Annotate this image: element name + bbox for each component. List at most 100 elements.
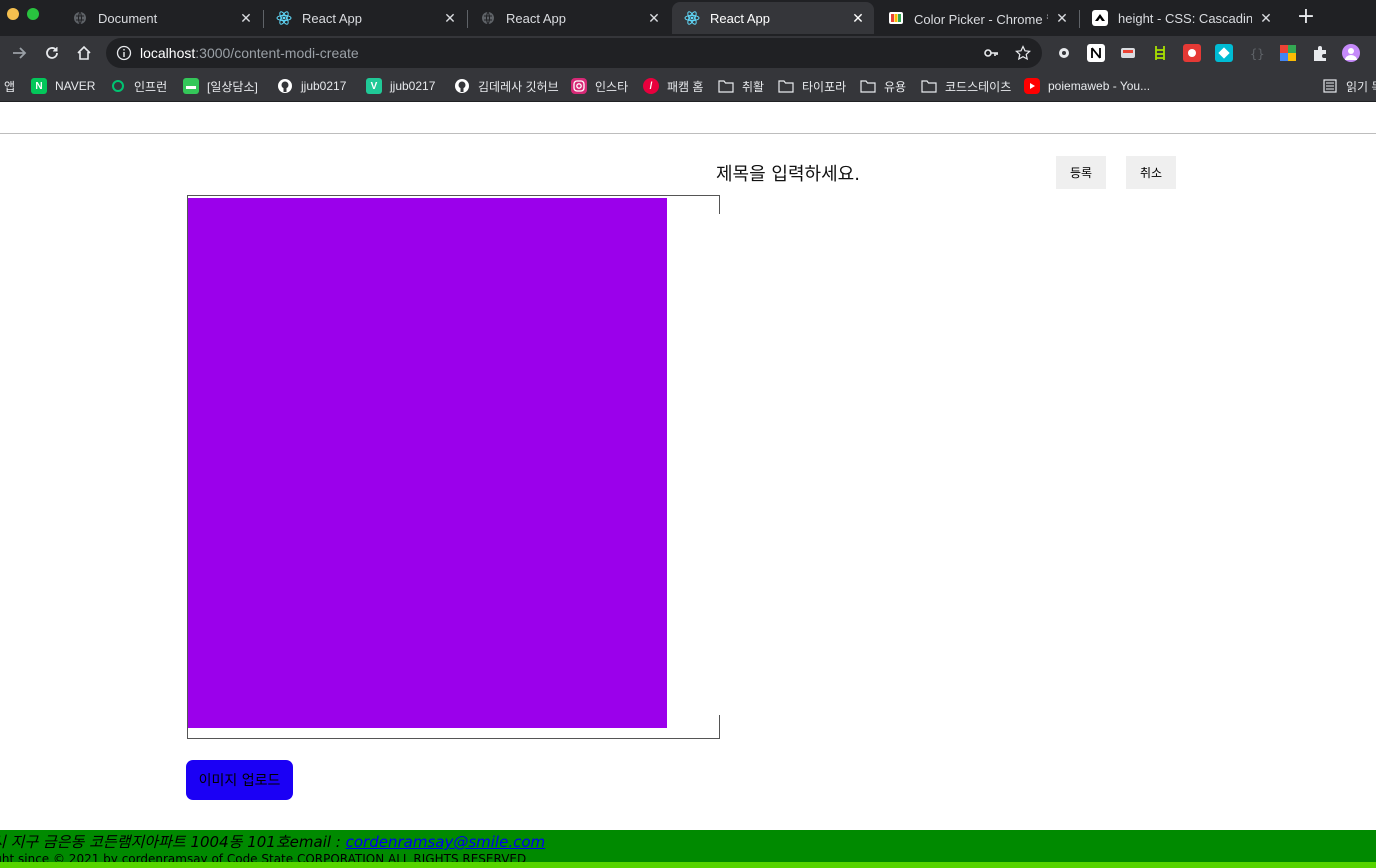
- naver-icon: N: [31, 78, 47, 94]
- color-extension-icon[interactable]: [1279, 44, 1297, 62]
- bookmark-fastcampus[interactable]: / 패캠 홈: [643, 77, 703, 95]
- fastcampus-icon: /: [643, 78, 659, 94]
- json-extension-icon[interactable]: {}: [1247, 44, 1265, 62]
- close-tab-icon[interactable]: ✕: [1054, 10, 1070, 26]
- title-input[interactable]: [716, 161, 1036, 187]
- tab-title: React App: [710, 10, 770, 26]
- bookmark-label: 유용: [884, 79, 907, 94]
- bookmark-folder-useful[interactable]: 유용: [860, 77, 906, 95]
- bookmark-naver[interactable]: N NAVER: [31, 77, 95, 95]
- profile-avatar-icon[interactable]: [1342, 44, 1360, 62]
- header-divider: [0, 133, 1376, 134]
- github-icon: [277, 78, 293, 94]
- address-bar[interactable]: localhost:3000/content-modi-create: [106, 38, 1042, 68]
- tab-mdn-height[interactable]: height - CSS: Cascading ✕: [1080, 2, 1282, 34]
- tab-react-app-2[interactable]: React App ✕: [468, 2, 670, 34]
- forward-arrow-icon[interactable]: [8, 42, 30, 64]
- bookmark-velog[interactable]: Vjjub0217: [366, 77, 435, 95]
- velog-icon: V: [366, 78, 382, 94]
- home-icon[interactable]: [73, 42, 95, 64]
- bookmark-label: jjub0217: [301, 79, 347, 93]
- youtube-icon: [1024, 78, 1040, 94]
- tab-react-app-1[interactable]: React App ✕: [264, 2, 466, 34]
- ladder-extension-icon[interactable]: [1151, 44, 1169, 62]
- bookmark-label: 인프런: [134, 79, 168, 94]
- notion-extension-icon[interactable]: [1087, 44, 1105, 62]
- url-text: localhost:3000/content-modi-create: [140, 45, 359, 61]
- folder-icon: [921, 78, 937, 94]
- image-preview: [188, 198, 667, 728]
- github-icon: [454, 78, 470, 94]
- bookmark-label: 타이포라: [802, 79, 847, 94]
- bookmark-label: 김데레사 깃허브: [478, 79, 559, 94]
- reload-icon[interactable]: [41, 42, 63, 64]
- reading-list-icon: [1322, 78, 1338, 94]
- page-content: 등록 취소 이미지 업로드 시 지구 금은동 코든램지아파트 1004동 101…: [0, 103, 1376, 868]
- bookmark-label: NAVER: [55, 79, 96, 93]
- extensions-puzzle-icon[interactable]: [1311, 44, 1329, 62]
- folder-icon: [718, 78, 734, 94]
- bookmark-folder-typora[interactable]: 타이포라: [778, 77, 846, 95]
- zoom-window-button[interactable]: [27, 8, 39, 20]
- close-tab-icon[interactable]: ✕: [442, 10, 458, 26]
- footer: 시 지구 금은동 코든램지아파트 1004동 101호email : corde…: [0, 830, 1376, 868]
- bookmark-label: 패캠 홈: [667, 79, 704, 94]
- bookmark-github-kim[interactable]: 김데레사 깃허브: [454, 77, 559, 95]
- bookmark-label: 코드스테이츠: [945, 79, 1012, 94]
- globe-icon: [72, 10, 88, 26]
- url-path: :3000/content-modi-create: [195, 45, 359, 61]
- close-tab-icon[interactable]: ✕: [238, 10, 254, 26]
- tab-title: height - CSS: Cascading: [1118, 10, 1252, 26]
- tab-react-app-active[interactable]: React App ✕: [672, 2, 874, 34]
- bookmarks-bar: 앱 N NAVER 인프런 ▬ [일상담소] jjub0217 Vjjub0217 …: [0, 70, 1376, 102]
- footer-email-label: email :: [289, 833, 346, 851]
- minimize-window-button[interactable]: [7, 8, 19, 20]
- cyan-extension-icon[interactable]: [1215, 44, 1233, 62]
- bookmark-instagram[interactable]: 인스타: [571, 77, 628, 95]
- image-upload-button[interactable]: 이미지 업로드: [186, 760, 293, 800]
- footer-contact: 시 지구 금은동 코든램지아파트 1004동 101호email : corde…: [0, 831, 545, 852]
- color-picker-icon: [888, 10, 904, 26]
- bookmark-daily[interactable]: ▬ [일상담소]: [183, 77, 258, 95]
- footer-email-link[interactable]: cordenramsay@smile.com: [346, 833, 546, 851]
- bookmark-folder-job[interactable]: 취활: [718, 77, 764, 95]
- bookmark-inflearn[interactable]: 인프런: [110, 77, 167, 95]
- new-tab-button[interactable]: +: [1295, 6, 1317, 29]
- register-button[interactable]: 등록: [1056, 156, 1106, 189]
- inflearn-icon: [110, 78, 126, 94]
- editor-border-segment: [719, 195, 720, 214]
- folder-icon: [860, 78, 876, 94]
- svg-text:{}: {}: [1250, 47, 1264, 61]
- bookmark-label: 앱: [4, 79, 16, 94]
- site-info-icon[interactable]: [116, 45, 132, 61]
- tab-document[interactable]: Document ✕: [60, 2, 262, 34]
- mdn-icon: [1092, 10, 1108, 26]
- bookmark-youtube[interactable]: poiemaweb - You...: [1024, 77, 1150, 95]
- footer-stripe: [0, 862, 1376, 868]
- chat-icon: ▬: [183, 78, 199, 94]
- tab-title: Document: [98, 10, 158, 26]
- globe-icon: [480, 10, 496, 26]
- image-extension-icon[interactable]: [1119, 44, 1137, 62]
- tab-color-picker[interactable]: Color Picker - Chrome 웹 ✕: [876, 2, 1078, 34]
- close-tab-icon[interactable]: ✕: [850, 10, 866, 26]
- close-tab-icon[interactable]: ✕: [1258, 10, 1274, 26]
- key-icon[interactable]: [982, 44, 1000, 62]
- reading-list[interactable]: 읽기 목: [1322, 77, 1376, 95]
- bookmark-apps[interactable]: 앱: [4, 77, 15, 95]
- red-extension-icon[interactable]: [1183, 44, 1201, 62]
- react-icon: [684, 10, 700, 26]
- url-host: localhost: [140, 45, 196, 61]
- bookmark-label: 취활: [742, 79, 765, 94]
- tab-title: Color Picker - Chrome 웹: [914, 11, 1048, 27]
- react-icon: [276, 10, 292, 26]
- bookmark-star-icon[interactable]: [1014, 44, 1032, 62]
- bookmark-label: [일상담소]: [207, 79, 258, 94]
- bookmark-github-jjub[interactable]: jjub0217: [277, 77, 346, 95]
- bookmark-label: 인스타: [595, 79, 629, 94]
- close-tab-icon[interactable]: ✕: [646, 10, 662, 26]
- settings-extension-icon[interactable]: [1055, 44, 1073, 62]
- folder-icon: [778, 78, 794, 94]
- cancel-button[interactable]: 취소: [1126, 156, 1176, 189]
- bookmark-folder-codestates[interactable]: 코드스테이츠: [921, 77, 1011, 95]
